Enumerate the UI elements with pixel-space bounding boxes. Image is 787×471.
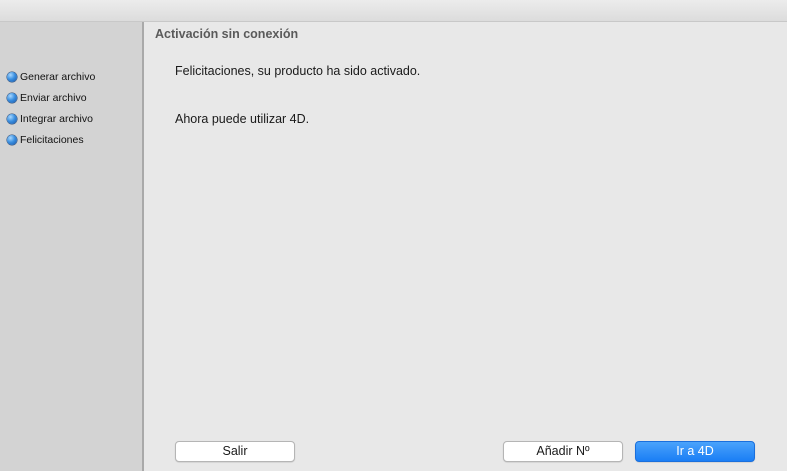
blue-dot-icon [7, 71, 17, 82]
next-step-message: Ahora puede utilizar 4D. [175, 112, 310, 126]
step-label: Generar archivo [20, 70, 96, 83]
page-title: Activación sin conexión [155, 27, 299, 41]
blue-dot-icon [7, 113, 17, 124]
blue-dot-icon [7, 134, 17, 145]
step-item-congratulations: Felicitaciones [7, 129, 95, 150]
step-item-generate-file: Generar archivo [7, 66, 95, 87]
step-label: Enviar archivo [20, 91, 87, 104]
window-titlebar [0, 0, 787, 22]
step-item-integrate-file: Integrar archivo [7, 108, 95, 129]
success-message: Felicitaciones, su producto ha sido acti… [175, 64, 421, 78]
step-label: Felicitaciones [20, 133, 84, 146]
step-list: Generar archivo Enviar archivo Integrar … [7, 66, 95, 150]
exit-button[interactable]: Salir [175, 441, 295, 462]
sidebar: Generar archivo Enviar archivo Integrar … [0, 22, 144, 471]
step-item-send-file: Enviar archivo [7, 87, 95, 108]
main-panel: Activación sin conexión Felicitaciones, … [144, 22, 787, 471]
step-label: Integrar archivo [20, 112, 93, 125]
add-number-button[interactable]: Añadir Nº [503, 441, 623, 462]
go-to-4d-button[interactable]: Ir a 4D [635, 441, 755, 462]
blue-dot-icon [7, 92, 17, 103]
